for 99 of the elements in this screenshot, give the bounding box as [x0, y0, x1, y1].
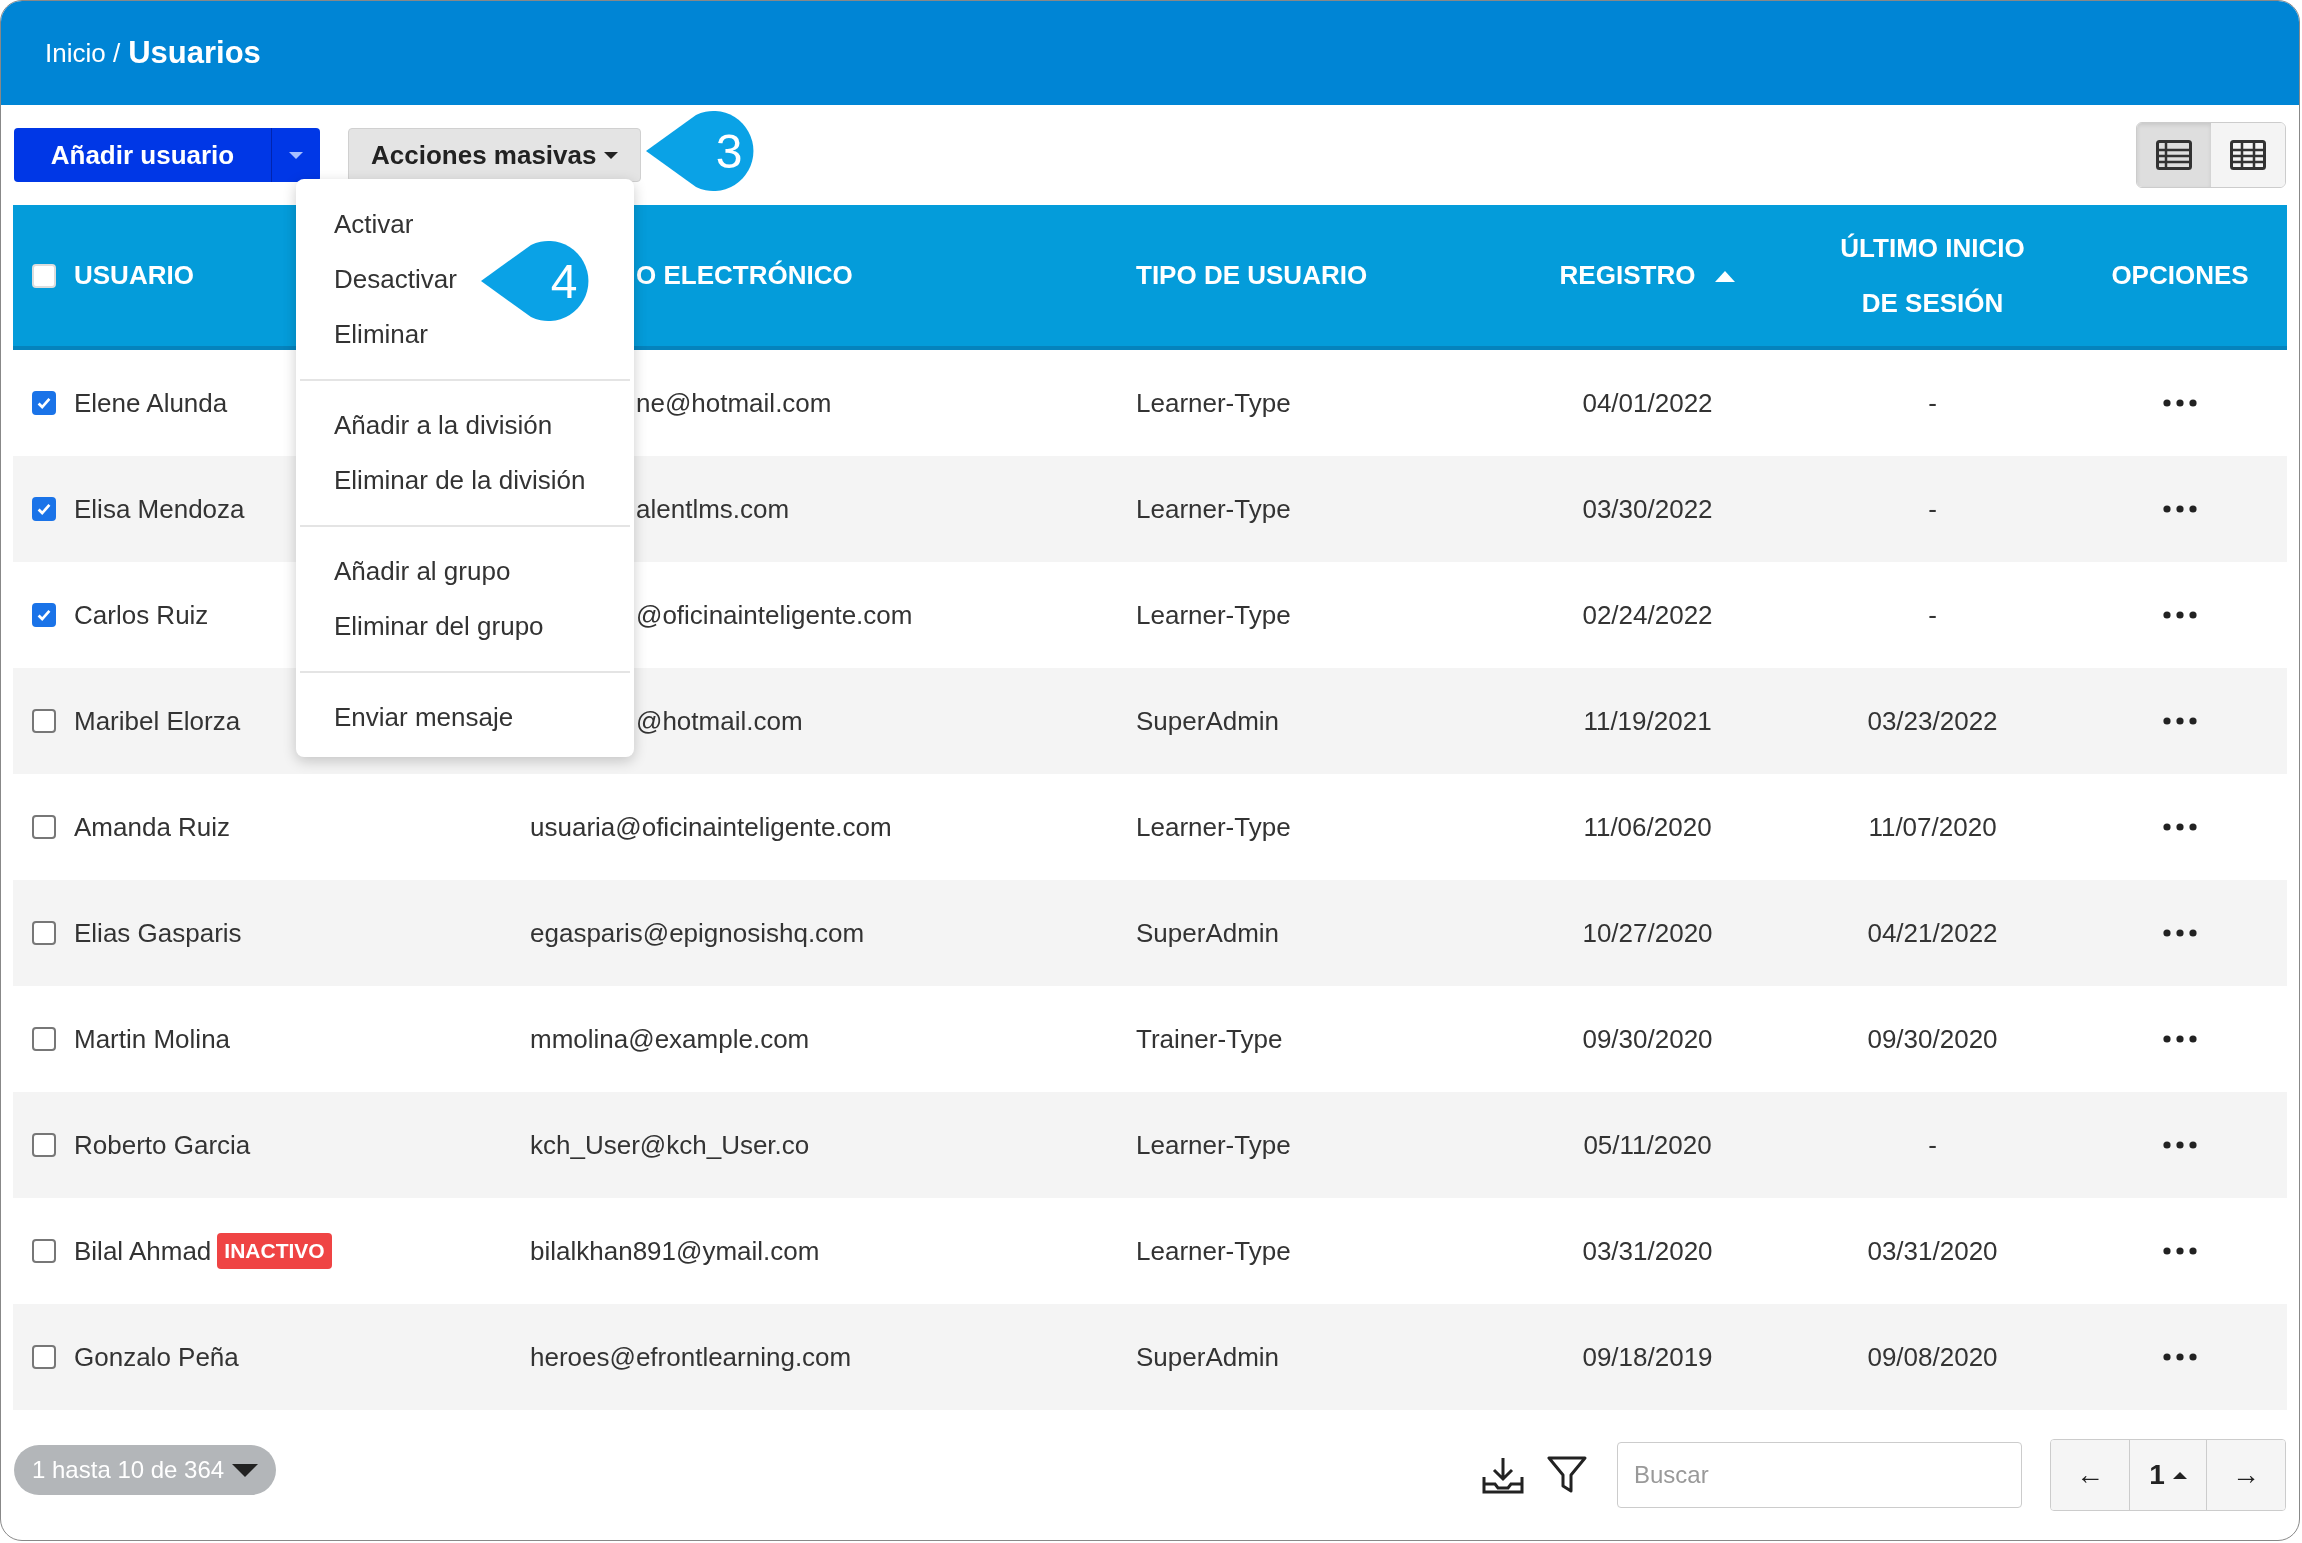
caret-icon: [2172, 1471, 2187, 1479]
registration-date: 02/24/2022: [1582, 599, 1713, 631]
user-name[interactable]: Martin Molina: [74, 1023, 231, 1055]
download-icon[interactable]: [1481, 1455, 1525, 1495]
caret-icon: [289, 151, 303, 159]
add-user-button[interactable]: Añadir usuario: [14, 128, 320, 182]
registration-date: 03/30/2022: [1582, 493, 1713, 525]
user-type-cell: Learner-Type: [1136, 1235, 1291, 1266]
user-type-cell: Trainer-Type: [1136, 1023, 1283, 1054]
row-checkbox[interactable]: [31, 815, 56, 839]
last-login-date: 09/08/2020: [1867, 1341, 1998, 1373]
more-options-icon[interactable]: [2163, 1035, 2197, 1043]
list-view-icon: [2156, 140, 2192, 170]
row-checkbox[interactable]: [31, 921, 56, 945]
email-cell: alentlms.com: [636, 493, 790, 524]
last-login-date: 11/07/2020: [1868, 811, 1997, 843]
breadcrumb-link[interactable]: Inicio /: [45, 37, 121, 69]
sort-ascending-icon[interactable]: [1715, 269, 1736, 282]
last-login-date: -: [1928, 493, 1937, 525]
more-options-icon[interactable]: [2163, 823, 2197, 831]
last-login-date: -: [1928, 387, 1937, 419]
registration-date: 09/18/2019: [1582, 1341, 1713, 1373]
select-all-checkbox[interactable]: [31, 263, 56, 288]
page-select-button[interactable]: 1: [2129, 1440, 2207, 1510]
last-login-date: 03/31/2020: [1867, 1235, 1998, 1267]
email-cell: @oficinainteligente.com: [636, 599, 913, 630]
user-type-cell: Learner-Type: [1136, 811, 1291, 842]
filter-icon[interactable]: [1547, 1455, 1587, 1495]
email-cell: kch_User@kch_User.co: [530, 1129, 810, 1160]
menu-item[interactable]: Eliminar: [334, 307, 428, 362]
menu-item[interactable]: Activar: [334, 197, 414, 252]
user-name[interactable]: Roberto Garcia: [74, 1129, 251, 1161]
more-options-icon[interactable]: [2163, 611, 2197, 619]
row-checkbox[interactable]: [31, 1345, 56, 1369]
row-checkbox[interactable]: [31, 603, 56, 627]
next-page-button[interactable]: →: [2207, 1440, 2285, 1510]
registration-date: 09/30/2020: [1582, 1023, 1713, 1055]
menu-item[interactable]: Desactivar: [334, 252, 457, 307]
email-cell: mmolina@example.com: [530, 1023, 810, 1054]
more-options-icon[interactable]: [2163, 505, 2197, 513]
email-cell: egasparis@epignosishq.com: [530, 917, 865, 948]
more-options-icon[interactable]: [2163, 1353, 2197, 1361]
menu-item[interactable]: Añadir a la división: [334, 398, 553, 453]
user-name[interactable]: Elias Gasparis: [74, 917, 242, 949]
menu-item[interactable]: Enviar mensaje: [334, 690, 514, 745]
inactive-badge: INACTIVO: [217, 1233, 332, 1269]
last-login-date: 03/23/2022: [1867, 705, 1998, 737]
user-name[interactable]: Elisa Mendoza: [74, 493, 245, 525]
list-view-button[interactable]: [2137, 123, 2211, 187]
registration-date: 11/19/2021: [1583, 705, 1712, 737]
email-cell: @hotmail.com: [636, 705, 803, 736]
last-login-date: 09/30/2020: [1867, 1023, 1998, 1055]
caret-icon: [232, 1463, 259, 1477]
last-login-date: 04/21/2022: [1867, 917, 1998, 949]
more-options-icon[interactable]: [2163, 1247, 2197, 1255]
search-field[interactable]: Buscar: [1617, 1442, 2022, 1508]
registration-date: 11/06/2020: [1583, 811, 1712, 843]
user-type-cell: Learner-Type: [1136, 493, 1291, 524]
user-type-cell: Learner-Type: [1136, 1129, 1291, 1160]
bulk-actions-button[interactable]: Acciones masivas: [348, 128, 642, 182]
user-type-cell: SuperAdmin: [1136, 705, 1280, 736]
row-checkbox[interactable]: [31, 1239, 56, 1263]
more-options-icon[interactable]: [2163, 399, 2197, 407]
row-checkbox[interactable]: [31, 497, 56, 521]
menu-item[interactable]: Eliminar de la división: [334, 453, 586, 508]
email-cell: bilalkhan891@ymail.com: [530, 1235, 820, 1266]
user-type-cell: Learner-Type: [1136, 387, 1291, 418]
more-options-icon[interactable]: [2163, 929, 2197, 937]
user-name[interactable]: Carlos Ruiz: [74, 599, 209, 631]
grid-view-button[interactable]: [2211, 123, 2285, 187]
menu-item[interactable]: Añadir al grupo: [334, 544, 511, 599]
user-name[interactable]: Amanda Ruiz: [74, 811, 231, 843]
page-title: Usuarios: [128, 35, 261, 71]
registration-date: 10/27/2020: [1582, 917, 1713, 949]
row-checkbox[interactable]: [31, 1027, 56, 1051]
registration-date: 03/31/2020: [1582, 1235, 1713, 1267]
last-login-date: -: [1928, 599, 1937, 631]
user-name[interactable]: Elene Alunda: [74, 387, 228, 419]
user-type-cell: Learner-Type: [1136, 599, 1291, 630]
caret-icon: [604, 151, 619, 159]
user-type-cell: SuperAdmin: [1136, 917, 1280, 948]
email-cell: heroes@efrontlearning.com: [530, 1341, 852, 1372]
user-name[interactable]: Maribel Elorza: [74, 705, 241, 737]
menu-item[interactable]: Eliminar del grupo: [334, 599, 544, 654]
registration-date: 05/11/2020: [1583, 1129, 1712, 1161]
row-checkbox[interactable]: [31, 1133, 56, 1157]
last-login-date: -: [1928, 1129, 1937, 1161]
email-cell: usuaria@oficinainteligente.com: [530, 811, 892, 842]
previous-page-button[interactable]: ←: [2051, 1440, 2129, 1510]
email-cell: ne@hotmail.com: [636, 387, 832, 418]
user-name[interactable]: Gonzalo Peña: [74, 1341, 239, 1373]
more-options-icon[interactable]: [2163, 717, 2197, 725]
registration-date: 04/01/2022: [1582, 387, 1713, 419]
row-checkbox[interactable]: [31, 391, 56, 415]
row-checkbox[interactable]: [31, 709, 56, 733]
user-name[interactable]: Bilal Ahmad: [74, 1235, 212, 1267]
grid-view-icon: [2230, 140, 2266, 170]
more-options-icon[interactable]: [2163, 1141, 2197, 1149]
user-type-cell: SuperAdmin: [1136, 1341, 1280, 1372]
